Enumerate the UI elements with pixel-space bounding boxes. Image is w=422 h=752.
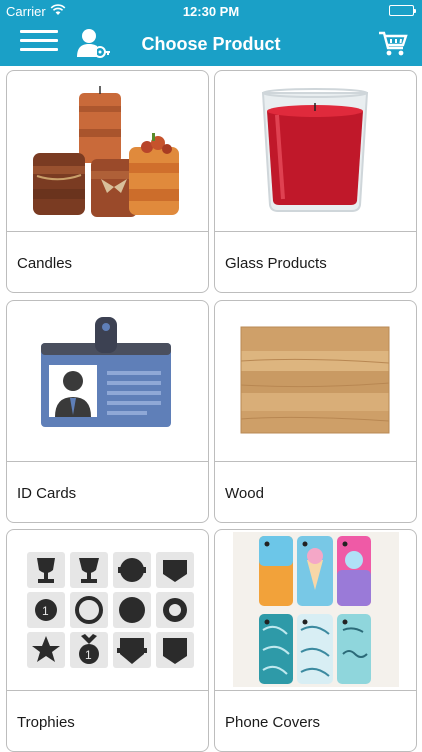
product-label-candles: Candles <box>17 255 73 272</box>
svg-text:1: 1 <box>85 648 92 662</box>
candles-image <box>7 71 208 232</box>
product-label-wood: Wood <box>225 485 264 502</box>
id-card-image <box>7 301 208 462</box>
product-label-glass-products: Glass Products <box>225 255 327 272</box>
status-time: 12:30 PM <box>182 4 240 19</box>
product-card-phone-covers[interactable]: Phone Covers <box>214 529 417 752</box>
wood-board-image <box>215 301 416 462</box>
product-card-wood[interactable]: Wood <box>214 300 417 523</box>
product-card-candles[interactable]: Candles <box>6 70 209 293</box>
page-title: Choose Product <box>141 34 281 54</box>
shopping-cart-icon[interactable] <box>378 30 408 58</box>
product-label-id-cards: ID Cards <box>17 485 77 502</box>
glass-candle-image <box>215 71 416 232</box>
svg-text:1: 1 <box>42 604 49 618</box>
product-card-trophies[interactable]: 1 1 Trophies <box>6 529 209 752</box>
product-card-id-cards[interactable]: ID Cards <box>6 300 209 523</box>
status-bar: Carrier 12:30 PM <box>0 0 422 22</box>
battery-icon <box>389 5 416 16</box>
trophy-badges-image: 1 1 <box>7 530 208 691</box>
product-card-glass-products[interactable]: Glass Products <box>214 70 417 293</box>
product-label-trophies: Trophies <box>17 714 75 731</box>
phone-covers-image <box>215 530 416 691</box>
product-label-phone-covers: Phone Covers <box>225 714 321 731</box>
nav-bar: Choose Product <box>0 22 422 66</box>
